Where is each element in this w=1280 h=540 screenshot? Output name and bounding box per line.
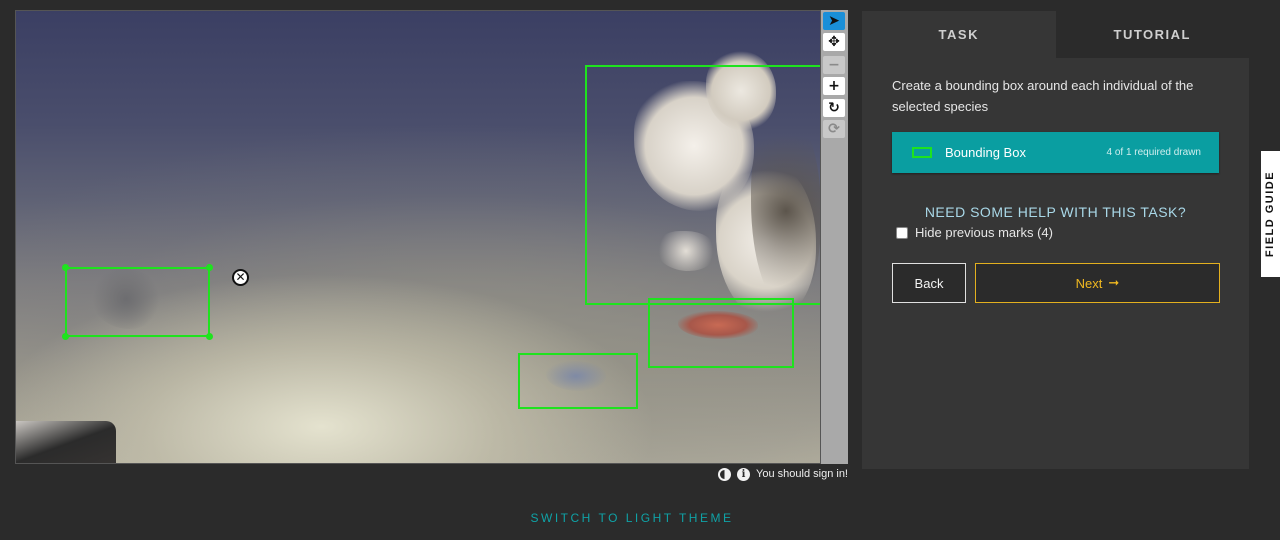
tool-count: 4 of 1 required drawn (1106, 147, 1201, 158)
hide-marks-checkbox[interactable] (896, 226, 908, 239)
field-guide-label: FIELD GUIDE (1264, 170, 1277, 258)
task-instruction: Create a bounding box around each indivi… (892, 78, 1194, 114)
next-label: Next (1075, 275, 1103, 291)
bounding-box-mark[interactable] (648, 298, 794, 368)
back-label: Back (914, 275, 944, 291)
move-arrows-icon[interactable]: ✥ (823, 33, 845, 51)
mark-handle[interactable] (206, 264, 213, 271)
mark-handle[interactable] (62, 264, 69, 271)
cursor-arrow-icon[interactable]: ➤ (823, 12, 845, 30)
tab-tutorial[interactable]: TUTORIAL (1055, 11, 1249, 58)
delete-mark-icon[interactable]: ✕ (232, 269, 249, 286)
hide-marks-label: Hide previous marks (4) (915, 225, 1053, 240)
tab-task[interactable]: TASK (862, 11, 1056, 58)
task-panel: TASK TUTORIAL Create a bounding box arou… (862, 11, 1249, 469)
bounding-box-mark[interactable] (585, 65, 820, 305)
next-button[interactable]: Next ➞ (975, 263, 1220, 303)
mark-handle[interactable] (62, 333, 69, 340)
mark-handle[interactable] (206, 333, 213, 340)
task-tabs: TASK TUTORIAL (862, 11, 1249, 58)
bounding-box-mark[interactable] (518, 353, 638, 409)
subject-meta-row: i You should sign in! (700, 466, 848, 482)
rotate-icon[interactable]: ↻ (823, 99, 845, 117)
help-link[interactable]: NEED SOME HELP WITH THIS TASK? (892, 204, 1219, 220)
seabed-object (16, 421, 116, 463)
back-button[interactable]: Back (892, 263, 966, 303)
reset-icon[interactable]: ⟳ (823, 120, 845, 138)
hide-marks-toggle[interactable]: Hide previous marks (4) (896, 225, 1053, 240)
info-icon[interactable]: i (737, 467, 751, 481)
theme-switch-button[interactable]: SWITCH TO LIGHT THEME (0, 511, 1264, 525)
field-guide-button[interactable]: FIELD GUIDE (1261, 151, 1280, 277)
bounding-box-tool-button[interactable]: Bounding Box 4 of 1 required drawn (892, 132, 1219, 173)
subject-image[interactable]: ✕ (15, 10, 821, 464)
tool-label: Bounding Box (945, 145, 1026, 160)
contrast-icon[interactable] (718, 467, 732, 481)
rectangle-icon (912, 147, 932, 158)
plus-icon[interactable]: + (823, 77, 845, 95)
arrow-right-icon: ➞ (1108, 275, 1120, 290)
sign-in-notice: You should sign in! (756, 468, 848, 480)
bounding-box-mark[interactable] (65, 267, 210, 337)
image-toolbar: ➤ ✥ − + ↻ ⟳ (821, 10, 848, 464)
minus-icon[interactable]: − (823, 56, 845, 74)
